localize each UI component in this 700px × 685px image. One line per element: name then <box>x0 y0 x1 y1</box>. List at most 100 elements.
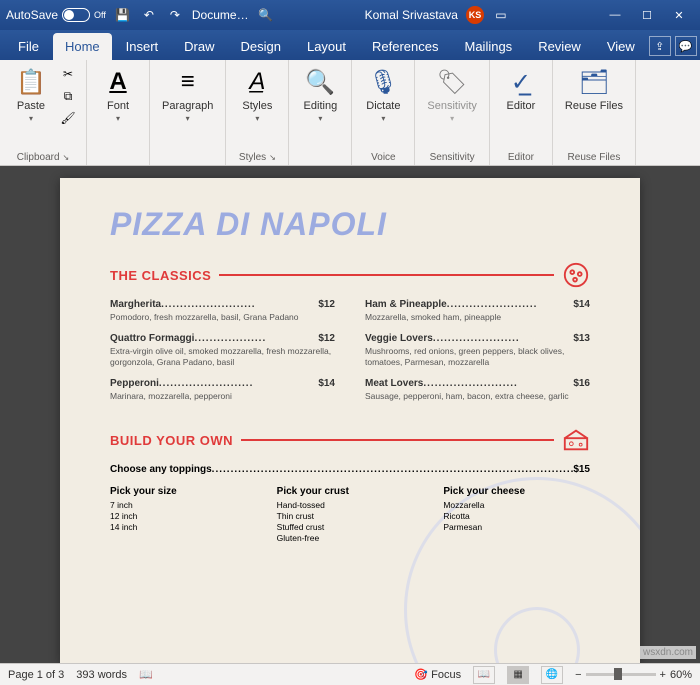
group-editor: ✓̲ Editor Editor <box>490 60 553 165</box>
pizza-icon <box>562 261 590 289</box>
user-name: Komal Srivastava <box>365 8 458 22</box>
maximize-button[interactable]: ☐ <box>632 0 662 30</box>
divider <box>219 274 554 276</box>
divider <box>241 439 554 441</box>
group-font: A Font ▾ <box>87 60 150 165</box>
chevron-down-icon: ▾ <box>29 114 33 123</box>
paragraph-button[interactable]: ≡ Paragraph ▾ <box>158 64 217 125</box>
ribbon-tabs: File Home Insert Draw Design Layout Refe… <box>0 30 700 60</box>
dialog-launcher-icon[interactable]: ↘ <box>63 153 70 162</box>
focus-mode[interactable]: 🎯 Focus <box>414 668 461 681</box>
font-button[interactable]: A Font ▾ <box>95 64 141 125</box>
zoom-in-icon[interactable]: + <box>660 669 666 681</box>
menu-item: Veggie Lovers .......................$13… <box>365 333 590 368</box>
status-bar: Page 1 of 3 393 words 📖 🎯 Focus 📖 ▦ 🌐 − … <box>0 663 700 685</box>
title-bar: AutoSave Off 💾 ↶ ↷ Docume… 🔍 Komal Sriva… <box>0 0 700 30</box>
document-name[interactable]: Docume… <box>192 8 249 22</box>
editing-button[interactable]: 🔍 Editing ▾ <box>297 64 343 125</box>
save-icon[interactable]: 💾 <box>114 6 132 24</box>
byo-options: Pick your size 7 inch 12 inch 14 inch Pi… <box>110 485 590 544</box>
tab-layout[interactable]: Layout <box>295 33 358 60</box>
tab-review[interactable]: Review <box>526 33 593 60</box>
zoom-slider[interactable] <box>586 673 656 676</box>
zoom-out-icon[interactable]: − <box>575 669 581 681</box>
group-paragraph: ≡ Paragraph ▾ <box>150 60 226 165</box>
group-editing: 🔍 Editing ▾ <box>289 60 352 165</box>
comments-button[interactable]: 💬 <box>675 36 697 56</box>
editor-button[interactable]: ✓̲ Editor <box>498 64 544 114</box>
byo-price-line: Choose any toppings.....................… <box>110 464 590 475</box>
styles-button[interactable]: A̲ Styles ▾ <box>234 64 280 125</box>
menu-item: Ham & Pineapple........................ … <box>365 299 590 323</box>
dictate-button[interactable]: 🎙 Dictate ▾ <box>360 64 406 125</box>
paste-icon: 📋 <box>16 66 46 98</box>
chevron-down-icon: ▾ <box>186 114 190 123</box>
user-avatar[interactable]: KS <box>466 6 484 24</box>
tab-view[interactable]: View <box>595 33 647 60</box>
menu-items: Margherita ......................... $12… <box>110 299 590 402</box>
menu-item: Pepperoni .........................$14Ma… <box>110 378 335 402</box>
microphone-icon: 🎙 <box>368 66 398 98</box>
print-layout-icon[interactable]: ▦ <box>507 666 529 684</box>
menu-item: Meat Lovers .........................$16… <box>365 378 590 402</box>
group-sensitivity: 🏷 Sensitivity ▾ Sensitivity <box>415 60 490 165</box>
sensitivity-button[interactable]: 🏷 Sensitivity ▾ <box>423 64 481 125</box>
chevron-down-icon: ▾ <box>381 114 385 123</box>
document-area[interactable]: PIZZA DI NAPOLI THE CLASSICS Margherita … <box>0 166 700 663</box>
copy-icon[interactable]: ⧉ <box>58 86 78 106</box>
read-mode-icon[interactable]: 📖 <box>473 666 495 684</box>
autosave-label: AutoSave <box>6 8 58 22</box>
format-painter-icon[interactable]: 🖌 <box>58 108 78 128</box>
group-styles: A̲ Styles ▾ Styles↘ <box>226 60 289 165</box>
chevron-down-icon: ▾ <box>318 114 322 123</box>
cheese-icon <box>562 426 590 454</box>
chevron-down-icon: ▾ <box>116 114 120 123</box>
tab-file[interactable]: File <box>6 33 51 60</box>
close-button[interactable]: ✕ <box>664 0 694 30</box>
autosave-toggle[interactable]: AutoSave Off <box>6 8 106 22</box>
tab-home[interactable]: Home <box>53 33 112 60</box>
section-byo: BUILD YOUR OWN <box>110 426 590 454</box>
tab-insert[interactable]: Insert <box>114 33 171 60</box>
tab-design[interactable]: Design <box>229 33 293 60</box>
group-reuse-files: 🗂 Reuse Files Reuse Files <box>553 60 636 165</box>
minimize-button[interactable]: — <box>600 0 630 30</box>
word-count[interactable]: 393 words <box>76 669 127 681</box>
tab-mailings[interactable]: Mailings <box>453 33 525 60</box>
paragraph-icon: ≡ <box>181 66 195 98</box>
sensitivity-icon: 🏷 <box>437 66 467 98</box>
group-voice: 🎙 Dictate ▾ Voice <box>352 60 415 165</box>
editor-icon: ✓̲ <box>511 66 531 98</box>
section-classics: THE CLASSICS <box>110 261 590 289</box>
search-icon[interactable]: 🔍 <box>257 6 275 24</box>
files-icon: 🗂 <box>579 66 609 98</box>
dialog-launcher-icon[interactable]: ↘ <box>269 153 276 162</box>
group-clipboard: 📋 Paste ▾ ✂ ⧉ 🖌 Clipboard↘ <box>0 60 87 165</box>
paste-button[interactable]: 📋 Paste ▾ <box>8 64 54 125</box>
menu-title: PIZZA DI NAPOLI <box>110 206 590 243</box>
chevron-down-icon: ▾ <box>255 114 259 123</box>
reuse-files-button[interactable]: 🗂 Reuse Files <box>561 64 627 114</box>
tab-references[interactable]: References <box>360 33 450 60</box>
font-icon: A <box>109 66 126 98</box>
page-indicator[interactable]: Page 1 of 3 <box>8 669 64 681</box>
cut-icon[interactable]: ✂ <box>58 64 78 84</box>
ribbon: 📋 Paste ▾ ✂ ⧉ 🖌 Clipboard↘ A Font ▾ ≡ <box>0 60 700 166</box>
styles-icon: A̲ <box>249 66 265 98</box>
zoom-control[interactable]: − + 60% <box>575 669 692 681</box>
ribbon-options-icon[interactable]: ▭ <box>492 6 510 24</box>
redo-icon[interactable]: ↷ <box>166 6 184 24</box>
chevron-down-icon: ▾ <box>450 114 454 123</box>
menu-item: Quattro Formaggi...................$12Ex… <box>110 333 335 368</box>
undo-icon[interactable]: ↶ <box>140 6 158 24</box>
web-layout-icon[interactable]: 🌐 <box>541 666 563 684</box>
document-page[interactable]: PIZZA DI NAPOLI THE CLASSICS Margherita … <box>60 178 640 663</box>
toggle-switch-icon <box>62 8 90 22</box>
zoom-level[interactable]: 60% <box>670 669 692 681</box>
tab-draw[interactable]: Draw <box>172 33 226 60</box>
spellcheck-icon[interactable]: 📖 <box>139 668 153 681</box>
share-button[interactable]: ⇪ <box>649 36 671 56</box>
autosave-state: Off <box>94 10 106 20</box>
find-icon: 🔍 <box>305 66 335 98</box>
watermark: wsxdn.com <box>640 646 696 659</box>
